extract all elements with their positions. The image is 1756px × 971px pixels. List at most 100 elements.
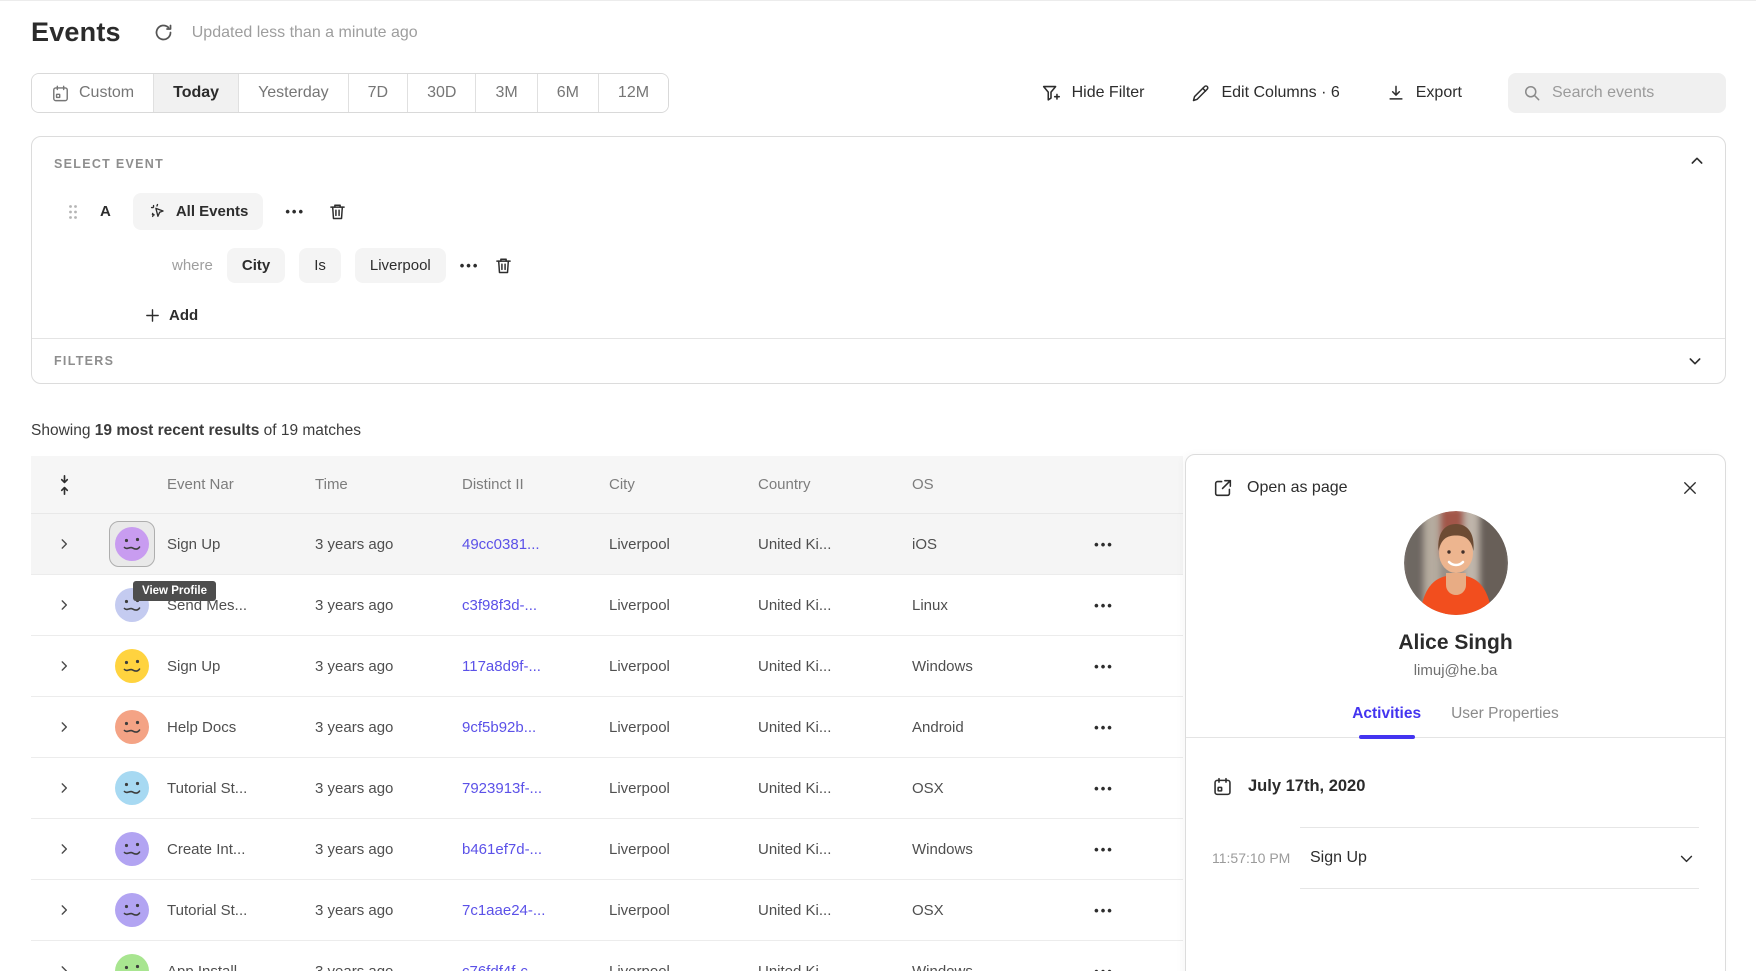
open-as-page-button[interactable]: Open as page (1212, 477, 1348, 499)
chevron-right-icon[interactable] (57, 903, 71, 917)
cell-os: OSX (912, 902, 1066, 919)
cell-distinct-id-link[interactable]: c76fdf4f-c... (462, 963, 609, 971)
user-avatar[interactable] (115, 954, 149, 971)
add-event-button[interactable]: Add (144, 307, 1703, 324)
hide-filter-button[interactable]: Hide Filter (1040, 82, 1145, 104)
user-avatar[interactable] (115, 649, 149, 683)
row-more-icon[interactable]: ••• (1094, 720, 1114, 735)
profile-name: Alice Singh (1398, 631, 1512, 655)
date-tab-label: 30D (427, 84, 456, 102)
date-tab-label: Today (173, 84, 219, 102)
close-panel-button[interactable] (1681, 479, 1699, 497)
cell-distinct-id-link[interactable]: 7c1aae24-... (462, 902, 609, 919)
export-button[interactable]: Export (1386, 83, 1462, 103)
property-chip[interactable]: City (227, 248, 285, 283)
page-title: Events (31, 17, 121, 48)
date-tab-30d[interactable]: 30D (408, 74, 476, 112)
date-tab-12m[interactable]: 12M (599, 74, 668, 112)
column-header-city[interactable]: City (609, 476, 758, 493)
user-avatar[interactable] (109, 521, 155, 567)
chevron-right-icon[interactable] (57, 842, 71, 856)
chevron-right-icon[interactable] (57, 659, 71, 673)
more-icon[interactable]: ••• (460, 258, 480, 273)
download-icon (1386, 83, 1406, 103)
user-avatar[interactable] (115, 710, 149, 744)
delete-event-button[interactable] (327, 201, 348, 222)
open-as-page-label: Open as page (1247, 479, 1348, 497)
row-more-icon[interactable]: ••• (1094, 598, 1114, 613)
table-row: Tutorial St... 3 years ago 7c1aae24-... … (31, 880, 1183, 941)
row-more-icon[interactable]: ••• (1094, 964, 1114, 971)
delete-clause-button[interactable] (493, 255, 514, 276)
cell-distinct-id-link[interactable]: 7923913f-... (462, 780, 609, 797)
profile-tabs: Activities User Properties (1186, 705, 1725, 738)
column-header-time[interactable]: Time (315, 476, 462, 493)
activity-date-row: July 17th, 2020 (1212, 776, 1725, 797)
where-label: where (172, 257, 213, 274)
column-header-distinct-id[interactable]: Distinct II (462, 476, 609, 493)
operator-chip[interactable]: Is (299, 248, 341, 283)
tab-activities[interactable]: Activities (1352, 705, 1421, 737)
date-tab-label: 12M (618, 84, 649, 102)
cell-event-name: Tutorial St... (167, 902, 315, 919)
date-tab-7d[interactable]: 7D (349, 74, 408, 112)
date-tab-yesterday[interactable]: Yesterday (239, 74, 349, 112)
drag-handle-icon[interactable] (68, 204, 78, 220)
search-events-box[interactable] (1508, 73, 1726, 113)
column-header-os[interactable]: OS (912, 476, 1066, 493)
cell-distinct-id-link[interactable]: c3f98f3d-... (462, 597, 609, 614)
cell-country: United Ki... (758, 719, 912, 736)
cell-time: 3 years ago (315, 780, 462, 797)
chevron-right-icon[interactable] (57, 720, 71, 734)
column-header-event-name[interactable]: Event Nar (167, 476, 315, 493)
event-selector-button[interactable]: All Events (133, 193, 264, 230)
date-tab-custom[interactable]: Custom (32, 74, 154, 112)
user-avatar[interactable] (115, 893, 149, 927)
chevron-right-icon[interactable] (57, 537, 71, 551)
cell-city: Liverpool (609, 597, 758, 614)
add-label: Add (169, 307, 198, 324)
user-avatar[interactable] (115, 771, 149, 805)
search-input[interactable] (1552, 84, 1712, 102)
activity-date: July 17th, 2020 (1248, 777, 1365, 796)
cell-os: Windows (912, 963, 1066, 971)
row-more-icon[interactable]: ••• (1094, 903, 1114, 918)
cell-distinct-id-link[interactable]: 9cf5b92b... (462, 719, 609, 736)
pencil-icon (1190, 83, 1211, 104)
date-tab-today[interactable]: Today (154, 74, 239, 112)
value-chip[interactable]: Liverpool (355, 248, 446, 283)
refresh-button[interactable] (153, 22, 174, 43)
cell-city: Liverpool (609, 536, 758, 553)
column-header-country[interactable]: Country (758, 476, 912, 493)
value-label: Liverpool (370, 257, 431, 274)
plus-icon (144, 307, 161, 324)
row-more-icon[interactable]: ••• (1094, 659, 1114, 674)
cell-city: Liverpool (609, 658, 758, 675)
date-tab-6m[interactable]: 6M (538, 74, 599, 112)
chevron-right-icon[interactable] (57, 964, 71, 971)
collapse-section-button[interactable] (1689, 153, 1705, 169)
chevron-right-icon[interactable] (57, 781, 71, 795)
date-tab-label: 3M (495, 84, 517, 102)
table-row: Sign Up 3 years ago 117a8d9f-... Liverpo… (31, 636, 1183, 697)
table-row: Create Int... 3 years ago b461ef7d-... L… (31, 819, 1183, 880)
cell-distinct-id-link[interactable]: b461ef7d-... (462, 841, 609, 858)
trash-icon (327, 201, 348, 222)
row-more-icon[interactable]: ••• (1094, 842, 1114, 857)
more-icon[interactable]: ••• (285, 204, 305, 219)
edit-columns-button[interactable]: Edit Columns · 6 (1190, 83, 1339, 104)
collapse-rows-icon[interactable] (57, 474, 72, 496)
chevron-down-icon (1687, 353, 1703, 369)
user-avatar[interactable] (115, 832, 149, 866)
cell-distinct-id-link[interactable]: 49cc0381... (462, 536, 609, 553)
tab-label: User Properties (1451, 705, 1559, 722)
cell-event-name: Help Docs (167, 719, 315, 736)
filters-section-toggle[interactable]: FILTERS (32, 338, 1725, 383)
row-more-icon[interactable]: ••• (1094, 537, 1114, 552)
row-more-icon[interactable]: ••• (1094, 781, 1114, 796)
date-tab-3m[interactable]: 3M (476, 74, 537, 112)
tab-user-properties[interactable]: User Properties (1451, 705, 1559, 737)
chevron-right-icon[interactable] (57, 598, 71, 612)
cell-distinct-id-link[interactable]: 117a8d9f-... (462, 658, 609, 675)
activity-expand-row[interactable]: Sign Up (1300, 827, 1699, 889)
